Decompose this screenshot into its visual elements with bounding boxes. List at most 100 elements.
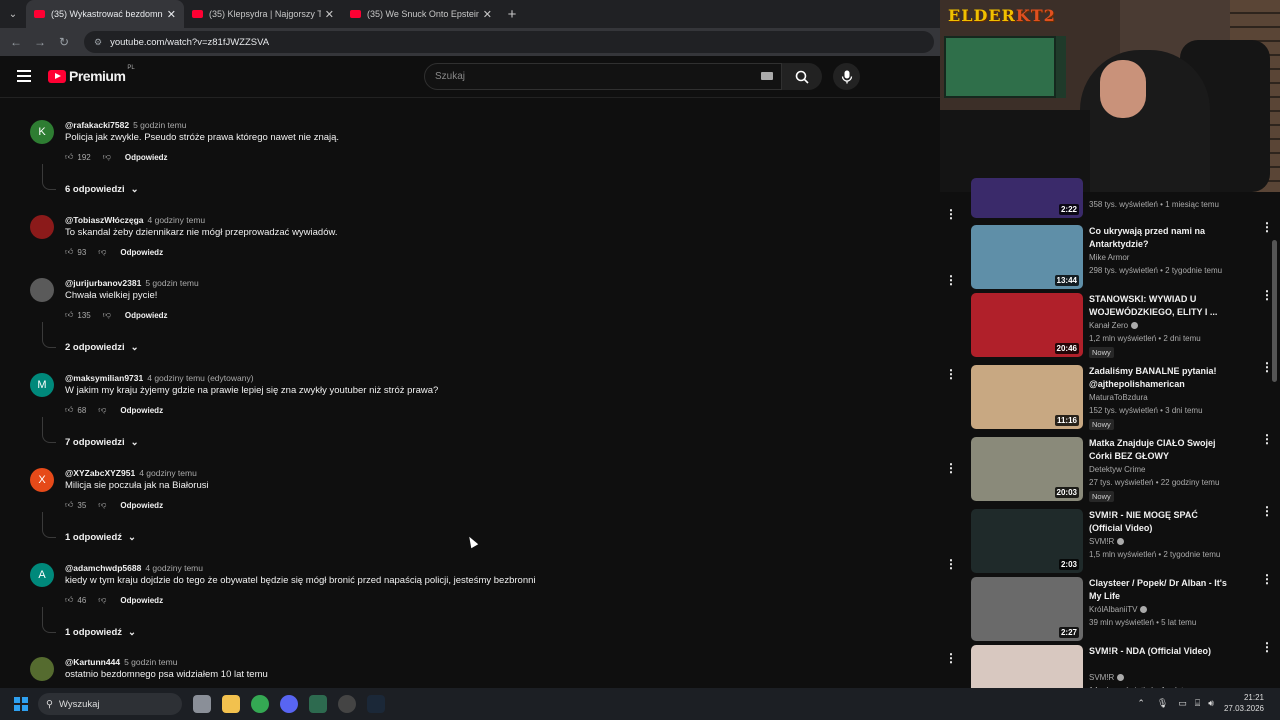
comment-author[interactable]: @adamchwdp5688 (65, 563, 141, 573)
video-thumbnail[interactable]: 2:03 (971, 509, 1083, 573)
microphone-icon[interactable]: 🎙︎ (1157, 698, 1168, 709)
excel-icon[interactable] (309, 695, 327, 713)
close-tab-icon[interactable]: ✕ (325, 8, 334, 21)
comment-time[interactable]: 4 godziny temu (edytowany) (147, 373, 253, 383)
dislike-icon[interactable]: 👎︎ (98, 500, 106, 510)
comment-author[interactable]: @maksymilian9731 (65, 373, 143, 383)
recommended-video[interactable]: 20:46 STANOWSKI: WYWIAD U WOJEWÓDZKIEGO, … (971, 289, 1273, 358)
close-tab-icon[interactable]: ✕ (483, 8, 492, 21)
video-thumbnail[interactable]: 11:16 (971, 365, 1083, 429)
avatar[interactable]: K (30, 120, 54, 144)
video-title[interactable]: Zadaliśmy BANALNE pytania! @ajthepolisha… (1089, 365, 1229, 391)
video-menu-icon[interactable]: ⋮ (1261, 221, 1273, 233)
video-title[interactable]: SVM!R - NIE MOGĘ SPAĆ (Official Video) (1089, 509, 1229, 535)
steam-icon[interactable] (367, 695, 385, 713)
forward-icon[interactable]: → (28, 35, 52, 49)
clock[interactable]: 21:21 27.03.2026 (1224, 692, 1264, 714)
comment-time[interactable]: 5 godzin temu (145, 278, 198, 288)
video-title[interactable]: SVM!R - NDA (Official Video) (1089, 645, 1229, 658)
more-options-icon[interactable]: ⋮ (945, 368, 957, 380)
comment-author[interactable]: @XYZabcXYZ951 (65, 468, 135, 478)
replies-toggle[interactable]: 7 odpowiedzi ⌄ (65, 437, 139, 448)
like-icon[interactable]: 👍︎ (65, 247, 73, 257)
reply-button[interactable]: Odpowiedz (120, 501, 163, 510)
video-channel[interactable]: SVM!R (1089, 673, 1125, 682)
task-view-icon[interactable] (193, 695, 211, 713)
like-icon[interactable]: 👍︎ (65, 310, 73, 320)
video-title[interactable]: STANOWSKI: WYWIAD U WOJEWÓDZKIEGO, ELITY… (1089, 293, 1229, 319)
scrollbar[interactable] (1272, 240, 1277, 382)
network-icon[interactable]: ⌸ (1195, 698, 1200, 709)
chevron-up-icon[interactable]: ⌃ (1137, 698, 1145, 709)
browser-tab-2[interactable]: (35) We Snuck Onto Epstein's I ✕ (342, 0, 500, 28)
video-menu-icon[interactable]: ⋮ (1261, 505, 1273, 517)
new-tab-icon[interactable]: + (500, 6, 524, 23)
avatar[interactable] (30, 215, 54, 239)
video-thumbnail[interactable]: 2:27 (971, 577, 1083, 641)
dislike-icon[interactable]: 👎︎ (103, 310, 111, 320)
search-button[interactable] (782, 63, 822, 90)
video-menu-icon[interactable]: ⋮ (1261, 641, 1273, 653)
comment-author[interactable]: @Kartunn444 (65, 657, 120, 667)
video-title[interactable]: Matka Znajduje CIAŁO Swojej Córki BEZ GŁ… (1089, 437, 1229, 463)
tab-search-chevron-icon[interactable]: ⌄ (0, 0, 26, 28)
more-options-icon[interactable]: ⋮ (945, 274, 957, 286)
dislike-icon[interactable]: 👎︎ (98, 247, 106, 257)
more-options-icon[interactable]: ⋮ (945, 558, 957, 570)
menu-icon[interactable] (17, 70, 31, 82)
comment-time[interactable]: 4 godziny temu (145, 563, 203, 573)
video-channel[interactable]: Mike Armor (1089, 253, 1129, 262)
reply-button[interactable]: Odpowiedz (125, 311, 168, 320)
comment-author[interactable]: @jurijurbanov2381 (65, 278, 141, 288)
obs-icon[interactable] (338, 695, 356, 713)
video-thumbnail[interactable]: 2:22 (971, 178, 1083, 218)
video-thumbnail[interactable]: 20:46 (971, 293, 1083, 357)
comment-author[interactable]: @TobiaszWłóczęga (65, 215, 144, 225)
reply-button[interactable]: Odpowiedz (120, 248, 163, 257)
reply-button[interactable]: Odpowiedz (120, 406, 163, 415)
video-thumbnail[interactable]: 20:03 (971, 437, 1083, 501)
back-icon[interactable]: ← (4, 35, 28, 49)
dislike-icon[interactable]: 👎︎ (98, 405, 106, 415)
search-input[interactable]: Szukaj (424, 63, 782, 90)
like-icon[interactable]: 👍︎ (65, 152, 73, 162)
keyboard-icon[interactable] (761, 72, 773, 80)
avatar[interactable]: M (30, 373, 54, 397)
reply-button[interactable]: Odpowiedz (120, 596, 163, 605)
more-options-icon[interactable]: ⋮ (945, 652, 957, 664)
recommended-video[interactable]: 11:16 Zadaliśmy BANALNE pytania! @ajthepo… (971, 361, 1273, 430)
discord-icon[interactable] (280, 695, 298, 713)
video-thumbnail[interactable]: 13:44 (971, 225, 1083, 289)
comment-time[interactable]: 5 godzin temu (133, 120, 186, 130)
recommended-video[interactable]: 2:27 Claysteer / Popek/ Dr Alban - It's M… (971, 573, 1273, 641)
url-field[interactable]: ⚙ youtube.com/watch?v=z81fJWZZSVA (84, 31, 934, 53)
replies-toggle[interactable]: 1 odpowiedź ⌄ (65, 627, 136, 638)
windows-start-icon[interactable] (14, 697, 28, 711)
dislike-icon[interactable]: 👎︎ (103, 152, 111, 162)
site-info-icon[interactable]: ⚙ (94, 37, 102, 48)
voice-search-button[interactable] (833, 63, 860, 90)
monitor-icon[interactable]: ▭ (1178, 698, 1187, 709)
dislike-icon[interactable]: 👎︎ (98, 595, 106, 605)
avatar[interactable]: A (30, 563, 54, 587)
more-options-icon[interactable]: ⋮ (945, 462, 957, 474)
like-icon[interactable]: 👍︎ (65, 405, 73, 415)
taskbar-search[interactable]: ⚲ Wyszukaj (38, 693, 182, 715)
video-menu-icon[interactable]: ⋮ (1261, 433, 1273, 445)
video-title[interactable]: Claysteer / Popek/ Dr Alban - It's My Li… (1089, 577, 1229, 603)
comment-time[interactable]: 5 godzin temu (124, 657, 177, 667)
browser-tab-0[interactable]: (35) Wykastrować bezdomność ✕ (26, 0, 184, 28)
chrome-icon[interactable] (251, 695, 269, 713)
comment-time[interactable]: 4 godziny temu (139, 468, 197, 478)
reload-icon[interactable]: ↻ (52, 35, 76, 49)
video-channel[interactable]: Detektyw Crime (1089, 465, 1145, 474)
volume-icon[interactable]: 🔊︎ (1208, 698, 1214, 709)
avatar[interactable]: X (30, 468, 54, 492)
browser-tab-1[interactable]: (35) Klepsydra | Najgorszy Twór ✕ (184, 0, 342, 28)
video-channel[interactable]: Kanał Zero (1089, 321, 1139, 330)
youtube-logo[interactable]: Premium PL (48, 65, 135, 84)
like-icon[interactable]: 👍︎ (65, 500, 73, 510)
close-tab-icon[interactable]: ✕ (167, 8, 176, 21)
recommended-video[interactable]: 13:44 Co ukrywają przed nami na Antarktyd… (971, 221, 1273, 289)
video-channel[interactable]: KrólAlbaniiTV (1089, 605, 1148, 614)
